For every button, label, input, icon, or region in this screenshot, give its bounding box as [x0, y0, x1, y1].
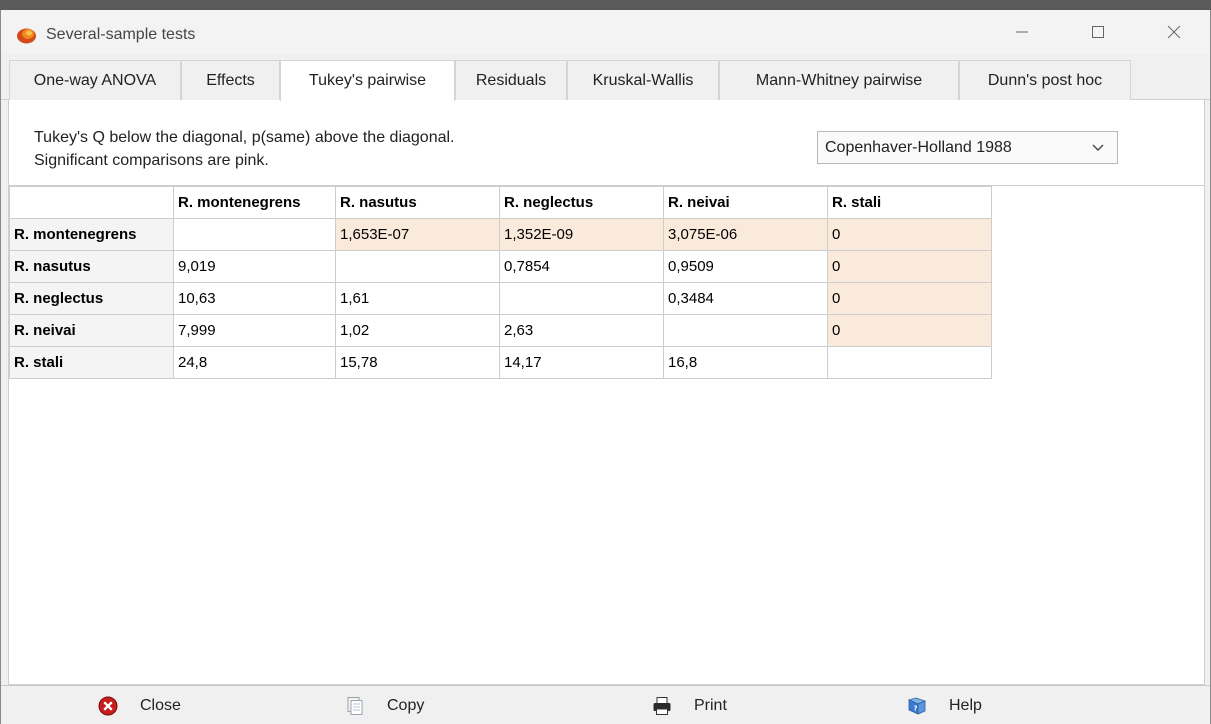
table-cell[interactable] — [663, 314, 828, 347]
table-cell[interactable]: 0 — [827, 250, 992, 283]
table-cell[interactable]: 2,63 — [499, 314, 664, 347]
column-header: R. montenegrens — [173, 186, 336, 219]
table-row: R. neglectus 10,63 1,61 0,3484 0 — [9, 282, 992, 315]
chevron-down-icon — [1092, 144, 1104, 151]
copy-button-label: Copy — [387, 696, 425, 714]
tab-kruskal-wallis[interactable]: Kruskal-Wallis — [567, 60, 719, 100]
close-icon — [98, 696, 118, 715]
description-line-1: Tukey's Q below the diagonal, p(same) ab… — [34, 129, 455, 146]
method-select[interactable]: Copenhaver-Holland 1988 — [817, 131, 1118, 164]
tukeys-pairwise-panel: Tukey's Q below the diagonal, p(same) ab… — [8, 100, 1205, 685]
copy-icon — [347, 696, 363, 715]
table-row: R. montenegrens 1,653E-07 1,352E-09 3,07… — [9, 218, 992, 251]
corner-cell — [9, 186, 174, 219]
several-sample-tests-window: Several-sample tests One-way ANOVA Effec… — [0, 10, 1211, 724]
maximize-icon — [1092, 26, 1104, 38]
row-header: R. montenegrens — [9, 218, 174, 251]
print-button[interactable]: Print — [652, 686, 727, 724]
description: Tukey's Q below the diagonal, p(same) ab… — [34, 126, 455, 172]
tab-bar: One-way ANOVA Effects Tukey's pairwise R… — [1, 60, 1210, 101]
table-cell[interactable]: 0 — [827, 282, 992, 315]
header-row: R. montenegrens R. nasutus R. neglectus … — [9, 186, 992, 219]
table-cell[interactable]: 0,9509 — [663, 250, 828, 283]
table-cell[interactable]: 24,8 — [173, 346, 336, 379]
maximize-button[interactable] — [1075, 10, 1121, 54]
table-cell[interactable]: 14,17 — [499, 346, 664, 379]
table-cell[interactable]: 0 — [827, 314, 992, 347]
table-cell[interactable]: 1,61 — [335, 282, 500, 315]
column-header: R. neglectus — [499, 186, 664, 219]
row-header: R. neivai — [9, 314, 174, 347]
printer-icon — [653, 696, 671, 715]
table-row: R. neivai 7,999 1,02 2,63 0 — [9, 314, 992, 347]
description-line-2: Significant comparisons are pink. — [34, 152, 269, 169]
bottom-button-bar: Close Copy Print ? Help — [1, 685, 1210, 724]
row-header: R. neglectus — [9, 282, 174, 315]
help-book-icon: ? — [907, 697, 927, 715]
tab-tukeys-pairwise[interactable]: Tukey's pairwise — [280, 60, 455, 101]
table-cell[interactable]: 0 — [827, 218, 992, 251]
close-window-button[interactable] — [1151, 10, 1197, 54]
minimize-icon — [1016, 31, 1028, 33]
table-cell[interactable] — [173, 218, 336, 251]
table-cell[interactable]: 3,075E-06 — [663, 218, 828, 251]
table-row: R. nasutus 9,019 0,7854 0,9509 0 — [9, 250, 992, 283]
tab-mann-whitney-pairwise[interactable]: Mann-Whitney pairwise — [719, 60, 959, 100]
table-cell[interactable]: 0,3484 — [663, 282, 828, 315]
title-bar: Several-sample tests — [1, 10, 1210, 54]
method-select-value: Copenhaver-Holland 1988 — [825, 138, 1012, 156]
table-cell[interactable] — [827, 346, 992, 379]
column-header: R. stali — [827, 186, 992, 219]
comparison-matrix: R. montenegrens R. nasutus R. neglectus … — [9, 186, 992, 379]
help-button-label: Help — [949, 696, 982, 714]
row-header: R. stali — [9, 346, 174, 379]
table-cell[interactable]: 1,02 — [335, 314, 500, 347]
table-cell[interactable]: 0,7854 — [499, 250, 664, 283]
table-cell[interactable]: 9,019 — [173, 250, 336, 283]
table-cell[interactable]: 10,63 — [173, 282, 336, 315]
close-button[interactable]: Close — [98, 686, 181, 724]
column-header: R. nasutus — [335, 186, 500, 219]
copy-button[interactable]: Copy — [345, 686, 424, 724]
table-cell[interactable]: 15,78 — [335, 346, 500, 379]
row-header: R. nasutus — [9, 250, 174, 283]
close-icon — [1167, 25, 1181, 39]
tab-residuals[interactable]: Residuals — [455, 60, 567, 100]
minimize-button[interactable] — [999, 10, 1045, 54]
svg-text:?: ? — [914, 704, 918, 712]
table-cell[interactable] — [335, 250, 500, 283]
table-cell[interactable]: 7,999 — [173, 314, 336, 347]
table-cell[interactable]: 16,8 — [663, 346, 828, 379]
close-button-label: Close — [140, 696, 181, 714]
column-header: R. neivai — [663, 186, 828, 219]
print-button-label: Print — [694, 696, 727, 714]
tab-dunns-post-hoc[interactable]: Dunn's post hoc — [959, 60, 1131, 100]
window-title: Several-sample tests — [46, 26, 196, 43]
table-row: R. stali 24,8 15,78 14,17 16,8 — [9, 346, 992, 379]
tab-one-way-anova[interactable]: One-way ANOVA — [9, 60, 181, 100]
table-cell[interactable]: 1,352E-09 — [499, 218, 664, 251]
table-cell[interactable]: 1,653E-07 — [335, 218, 500, 251]
help-button[interactable]: ? Help — [907, 686, 982, 724]
background-app-strip — [0, 0, 1211, 10]
table-cell[interactable] — [499, 282, 664, 315]
tab-effects[interactable]: Effects — [181, 60, 280, 100]
app-logo-icon — [17, 28, 36, 44]
